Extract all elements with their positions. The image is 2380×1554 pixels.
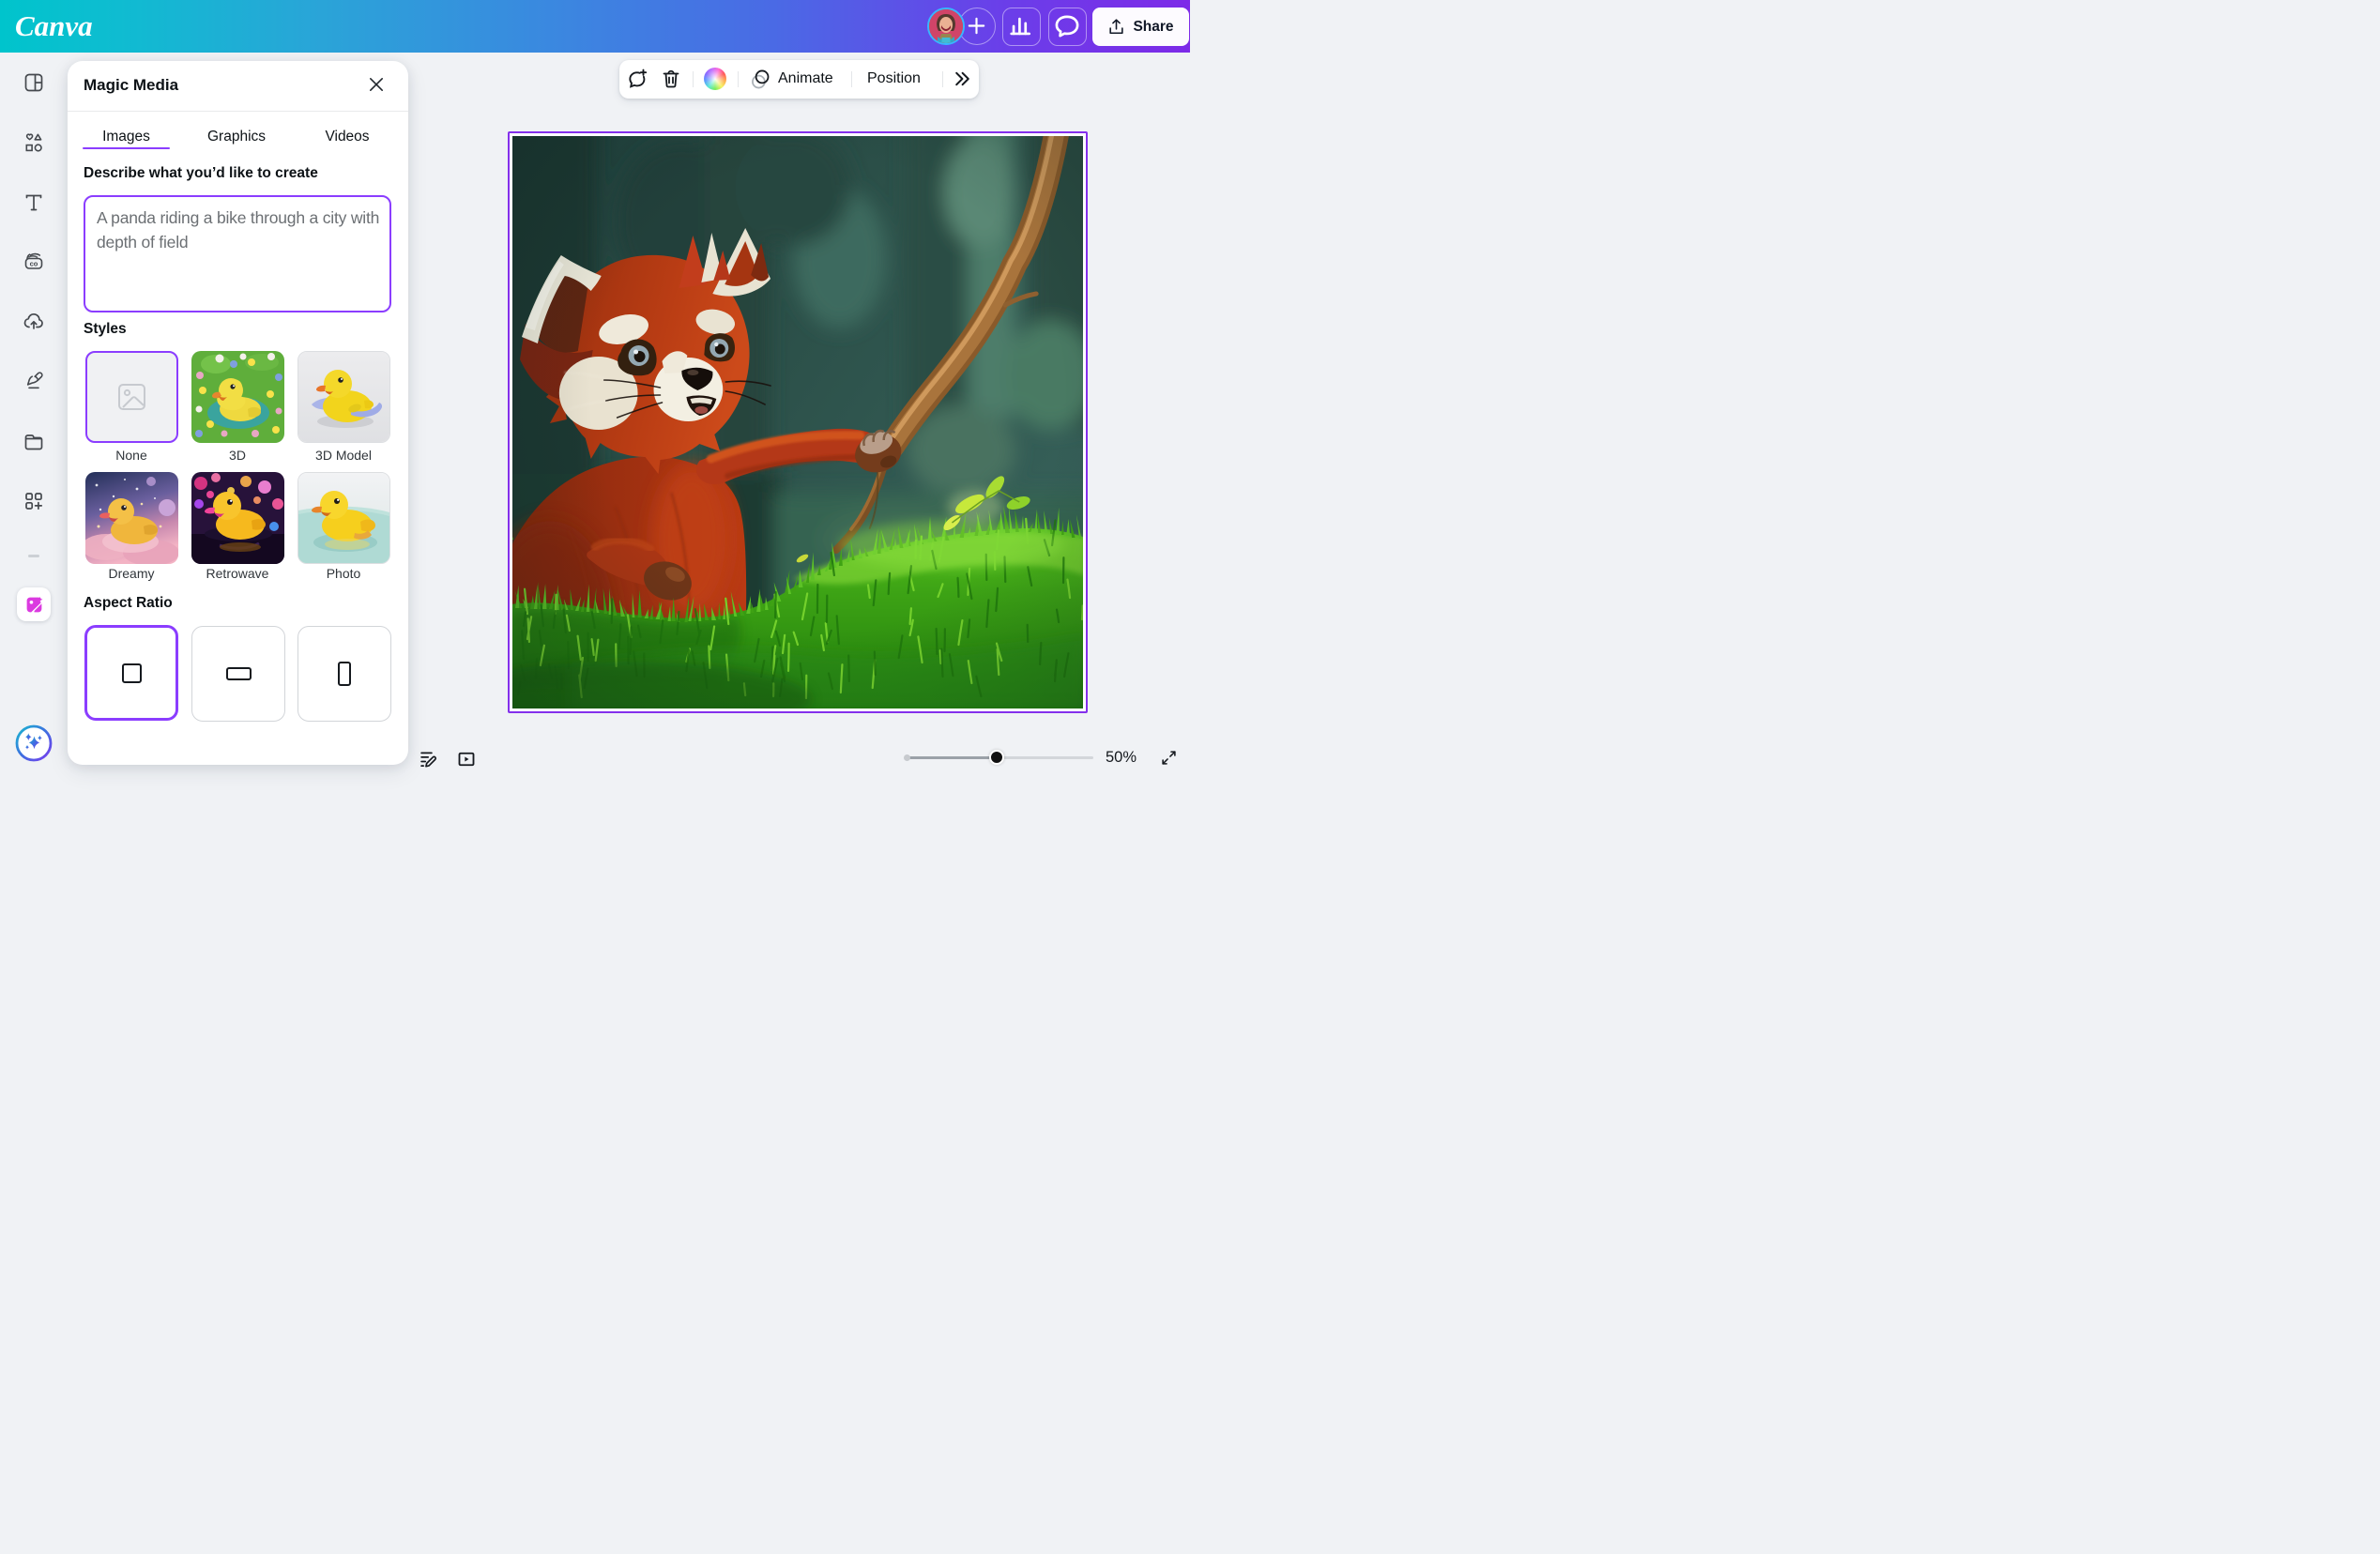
svg-text:Canva: Canva <box>15 9 93 42</box>
svg-text:co: co <box>30 260 38 268</box>
